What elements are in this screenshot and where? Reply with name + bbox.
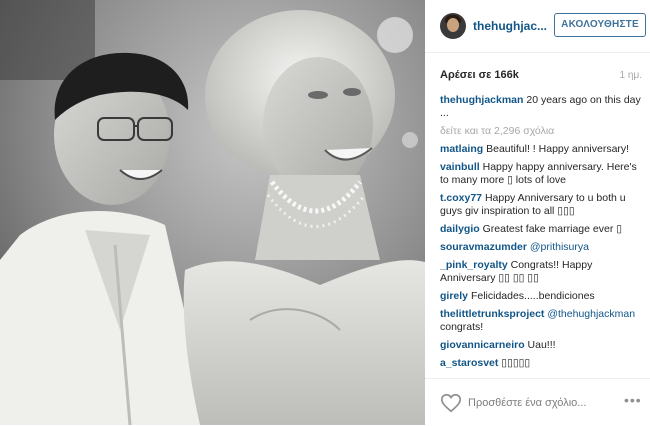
add-comment-input[interactable]: Προσθέστε ένα σχόλιο... — [468, 397, 586, 409]
caption: thehughjackman 20 years ago on this day … — [440, 94, 643, 120]
comment-text: Uau!!! — [527, 339, 556, 351]
comment: vainbull Happy happy anniversary. Here's… — [440, 161, 643, 187]
comment: girely Felicidades.....bendiciones — [440, 290, 643, 303]
post-header: thehughjac... ΑΚΟΛΟΥΘΗΣΤΕ — [425, 0, 650, 53]
instagram-post-view: thehughjac... ΑΚΟΛΟΥΘΗΣΤΕ Αρέσει σε 166k… — [0, 0, 650, 425]
caption-username[interactable]: thehughjackman — [440, 94, 523, 106]
post-footer: Προσθέστε ένα σχόλιο... ••• — [425, 378, 650, 426]
author-username[interactable]: thehughjac... — [473, 19, 547, 33]
view-all-comments-link[interactable]: δείτε και τα 2,296 σχόλια — [440, 125, 643, 138]
comment-username[interactable]: thelittletrunksproject — [440, 308, 544, 320]
heart-icon[interactable] — [440, 392, 462, 414]
comment-username[interactable]: giovannicarneiro — [440, 339, 525, 351]
comment-username[interactable]: matlaing — [440, 143, 483, 155]
comments-feed[interactable]: thehughjackman 20 years ago on this day … — [440, 94, 643, 378]
comment-username[interactable]: _pink_royalty — [440, 259, 508, 271]
comment-text: Beautiful! ! Happy anniversary! — [486, 143, 630, 155]
comment-text: congrats! — [440, 321, 484, 333]
comment: _pink_royalty Congrats!! Happy Anniversa… — [440, 259, 643, 285]
comment-username[interactable]: t.coxy77 — [440, 192, 482, 204]
wedding-photo-image — [0, 0, 425, 425]
avatar-face — [447, 18, 459, 32]
comment: a_starosvet ▯▯▯▯▯ — [440, 357, 643, 370]
post-photo[interactable] — [0, 0, 425, 425]
comment-username[interactable]: girely — [440, 290, 468, 302]
comment-text: Greatest fake marriage ever ▯ — [482, 223, 623, 235]
follow-button[interactable]: ΑΚΟΛΟΥΘΗΣΤΕ — [554, 13, 646, 37]
comment: matlaing Beautiful! ! Happy anniversary! — [440, 143, 643, 156]
comment-mention[interactable]: @prithisurya — [530, 241, 589, 253]
post-sidebar: thehughjac... ΑΚΟΛΟΥΘΗΣΤΕ Αρέσει σε 166k… — [425, 0, 650, 425]
comment: souravmazumder @prithisurya — [440, 241, 643, 254]
comment-username[interactable]: a_starosvet — [440, 357, 498, 369]
comment-text: Felicidades.....bendiciones — [470, 290, 595, 302]
comment: giovannicarneiro Uau!!! — [440, 339, 643, 352]
avatar[interactable] — [440, 13, 466, 39]
comment-username[interactable]: dailygio — [440, 223, 480, 235]
comment-username[interactable]: vainbull — [440, 161, 480, 173]
ellipsis-icon[interactable]: ••• — [624, 392, 642, 408]
post-timestamp[interactable]: 1 ημ. — [620, 70, 642, 81]
comment: t.coxy77 Happy Anniversary to u both u g… — [440, 192, 643, 218]
comment-text: ▯▯▯▯▯ — [501, 357, 531, 369]
comment: thelittletrunksproject @thehughjackman c… — [440, 308, 643, 334]
likes-count[interactable]: Αρέσει σε 166k — [440, 69, 519, 81]
comment: dailygio Greatest fake marriage ever ▯ — [440, 223, 643, 236]
comment-username[interactable]: souravmazumder — [440, 241, 527, 253]
comment-mention[interactable]: @thehughjackman — [547, 308, 635, 320]
